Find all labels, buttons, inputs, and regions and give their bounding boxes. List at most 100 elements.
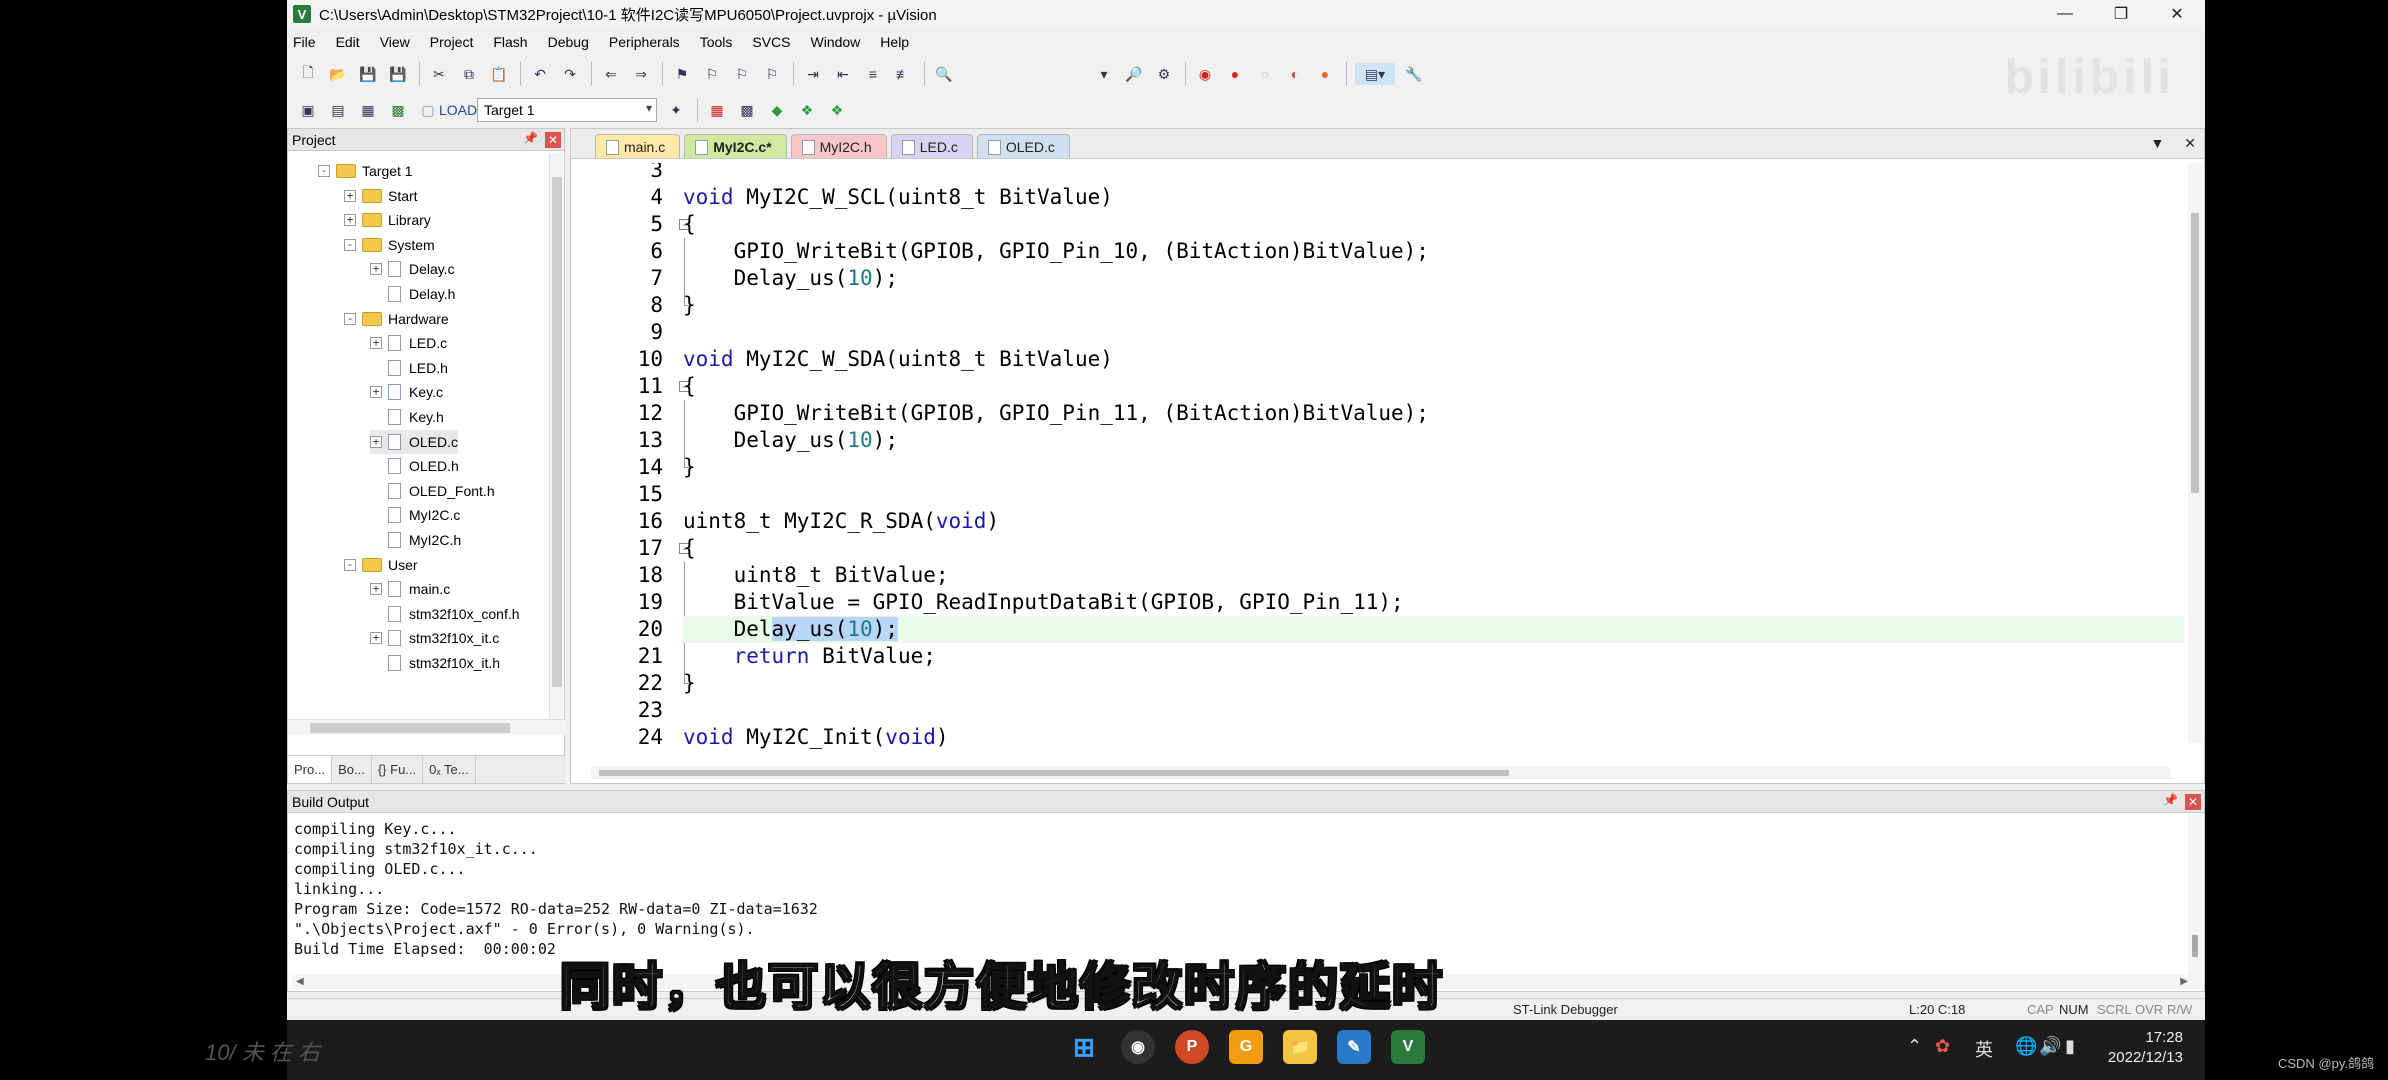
menu-project[interactable]: Project: [430, 34, 474, 50]
code-line[interactable]: 24 void MyI2C_Init(void): [575, 724, 2185, 751]
paste-icon[interactable]: 📋: [488, 63, 510, 85]
code-line[interactable]: 13 Delay_us(10);: [575, 427, 2185, 454]
input-language[interactable]: 英: [1975, 1036, 1993, 1062]
close-icon[interactable]: ✕: [545, 132, 561, 148]
scroll-left-icon[interactable]: ◀: [296, 976, 304, 987]
uvision-taskbar-icon[interactable]: V: [1391, 1030, 1425, 1064]
navigate-back-icon[interactable]: ⇐: [600, 63, 622, 85]
menu-svcs[interactable]: SVCS: [752, 34, 790, 50]
redo-icon[interactable]: ↷: [559, 63, 581, 85]
tree-item[interactable]: + OLED.c: [370, 429, 459, 454]
menu-peripherals[interactable]: Peripherals: [609, 34, 680, 50]
stop-build-icon[interactable]: ▢: [417, 99, 439, 121]
code-area[interactable]: 3 4 void MyI2C_W_SCL(uint8_t BitValue) 5-{6…: [575, 163, 2185, 753]
tree-item[interactable]: MyI2C.h: [370, 528, 461, 552]
menu-file[interactable]: File: [293, 34, 316, 50]
code-line[interactable]: 23: [575, 697, 2185, 724]
tree-item[interactable]: - Target 1: [318, 159, 413, 183]
drawing-app-icon[interactable]: ✎: [1337, 1030, 1371, 1064]
incremental-find-icon[interactable]: ⚙: [1153, 63, 1175, 85]
tree-vertical-scrollbar[interactable]: [549, 153, 563, 723]
clock[interactable]: 17:28 2022/12/13: [2108, 1028, 2183, 1068]
save-icon[interactable]: 💾: [357, 63, 379, 85]
build-icon[interactable]: ▤: [327, 99, 349, 121]
collapse-icon[interactable]: -: [344, 558, 356, 571]
code-line[interactable]: 7 Delay_us(10);: [575, 265, 2185, 292]
undo-icon[interactable]: ↶: [529, 63, 551, 85]
tree-item[interactable]: + Key.c: [370, 380, 443, 404]
scroll-right-icon[interactable]: ▶: [2180, 976, 2188, 987]
menu-tools[interactable]: Tools: [700, 34, 733, 50]
expand-icon[interactable]: +: [344, 214, 356, 227]
debug-session-icon[interactable]: ◉: [1194, 63, 1216, 85]
navigate-forward-icon[interactable]: ⇒: [630, 63, 652, 85]
translate-icon[interactable]: ▣: [297, 99, 319, 121]
manage-rte-icon[interactable]: ◆: [766, 99, 788, 121]
file-tab[interactable]: OLED.c: [976, 134, 1070, 158]
find-icon[interactable]: 🔎: [1123, 63, 1145, 85]
code-line[interactable]: 3: [575, 163, 2185, 184]
battery-icon[interactable]: ▮: [2065, 1036, 2075, 1057]
pack-update-icon[interactable]: ❖: [826, 99, 848, 121]
collapse-icon[interactable]: -: [344, 312, 356, 325]
tree-item[interactable]: + LED.c: [370, 331, 447, 355]
expand-icon[interactable]: +: [370, 386, 382, 399]
code-line[interactable]: 6 GPIO_WriteBit(GPIOB, GPIO_Pin_10, (Bit…: [575, 238, 2185, 265]
tray-app-icon[interactable]: ✿: [1935, 1036, 1950, 1057]
tree-item[interactable]: Key.h: [370, 405, 444, 429]
code-line[interactable]: 16 uint8_t MyI2C_R_SDA(void): [575, 508, 2185, 535]
file-tab[interactable]: MyI2C.c*: [684, 134, 787, 158]
copy-icon[interactable]: ⧉: [458, 63, 480, 85]
code-line[interactable]: 10 void MyI2C_W_SDA(uint8_t BitValue): [575, 346, 2185, 373]
network-icon[interactable]: 🌐: [2015, 1036, 2037, 1057]
menu-flash[interactable]: Flash: [493, 34, 527, 50]
code-line[interactable]: 19 BitValue = GPIO_ReadInputDataBit(GPIO…: [575, 589, 2185, 616]
expand-icon[interactable]: +: [344, 189, 356, 202]
scrollbar-thumb[interactable]: [552, 177, 562, 687]
tray-overflow-icon[interactable]: ⌃: [1907, 1036, 1922, 1057]
app-g-icon[interactable]: G: [1229, 1030, 1263, 1064]
code-line[interactable]: 11-{: [575, 373, 2185, 400]
code-line[interactable]: 12 GPIO_WriteBit(GPIOB, GPIO_Pin_11, (Bi…: [575, 400, 2185, 427]
scrollbar-thumb[interactable]: [2191, 213, 2199, 493]
kill-all-breakpoints-icon[interactable]: ●: [1314, 63, 1336, 85]
panel-tab[interactable]: Pro...: [288, 756, 333, 783]
scrollbar-thumb[interactable]: [2192, 935, 2198, 957]
tree-horizontal-scrollbar[interactable]: [288, 719, 566, 735]
minimize-icon[interactable]: —: [2037, 0, 2093, 28]
tree-item[interactable]: + Start: [344, 184, 418, 208]
code-line[interactable]: 9: [575, 319, 2185, 346]
collapse-icon[interactable]: -: [318, 165, 330, 177]
disable-breakpoint-icon[interactable]: ○: [1254, 63, 1276, 85]
tree-item[interactable]: - System: [344, 233, 435, 257]
code-line[interactable]: 18 uint8_t BitValue;: [575, 562, 2185, 589]
expand-icon[interactable]: +: [370, 583, 382, 596]
tree-item[interactable]: stm32f10x_it.h: [370, 651, 500, 675]
code-line[interactable]: 17-{: [575, 535, 2185, 562]
close-icon[interactable]: ✕: [2184, 135, 2196, 151]
panel-tab[interactable]: 0ₓ Te...: [423, 756, 476, 783]
pin-icon[interactable]: 📌: [523, 131, 538, 145]
code-line[interactable]: 20 Delay_us(10);: [575, 616, 2185, 643]
code-line[interactable]: 22}: [575, 670, 2185, 697]
restore-icon[interactable]: ❐: [2093, 0, 2149, 28]
new-file-icon[interactable]: 🗋: [297, 63, 319, 85]
tree-item[interactable]: + main.c: [370, 577, 450, 601]
download-icon[interactable]: LOAD: [439, 99, 477, 121]
build-output-text[interactable]: compiling Key.c... compiling stm32f10x_it…: [294, 819, 818, 959]
open-file-icon[interactable]: 📂: [327, 63, 349, 85]
file-tab[interactable]: LED.c: [890, 134, 973, 158]
window-layout-icon[interactable]: ▤▾: [1355, 63, 1395, 85]
code-line[interactable]: 15: [575, 481, 2185, 508]
tree-item[interactable]: OLED_Font.h: [370, 479, 495, 503]
volume-icon[interactable]: 🔊: [2039, 1036, 2061, 1057]
collapse-icon[interactable]: -: [344, 238, 356, 251]
close-icon[interactable]: ✕: [2149, 0, 2205, 28]
indent-icon[interactable]: ⇥: [802, 63, 824, 85]
file-explorer-icon[interactable]: 📁: [1283, 1030, 1317, 1064]
file-tab[interactable]: main.c: [595, 134, 681, 158]
pack-installer-icon[interactable]: ❖: [796, 99, 818, 121]
panel-tab[interactable]: {} Fu...: [372, 756, 424, 783]
tree-item[interactable]: OLED.h: [370, 454, 459, 478]
expand-icon[interactable]: +: [370, 337, 382, 350]
